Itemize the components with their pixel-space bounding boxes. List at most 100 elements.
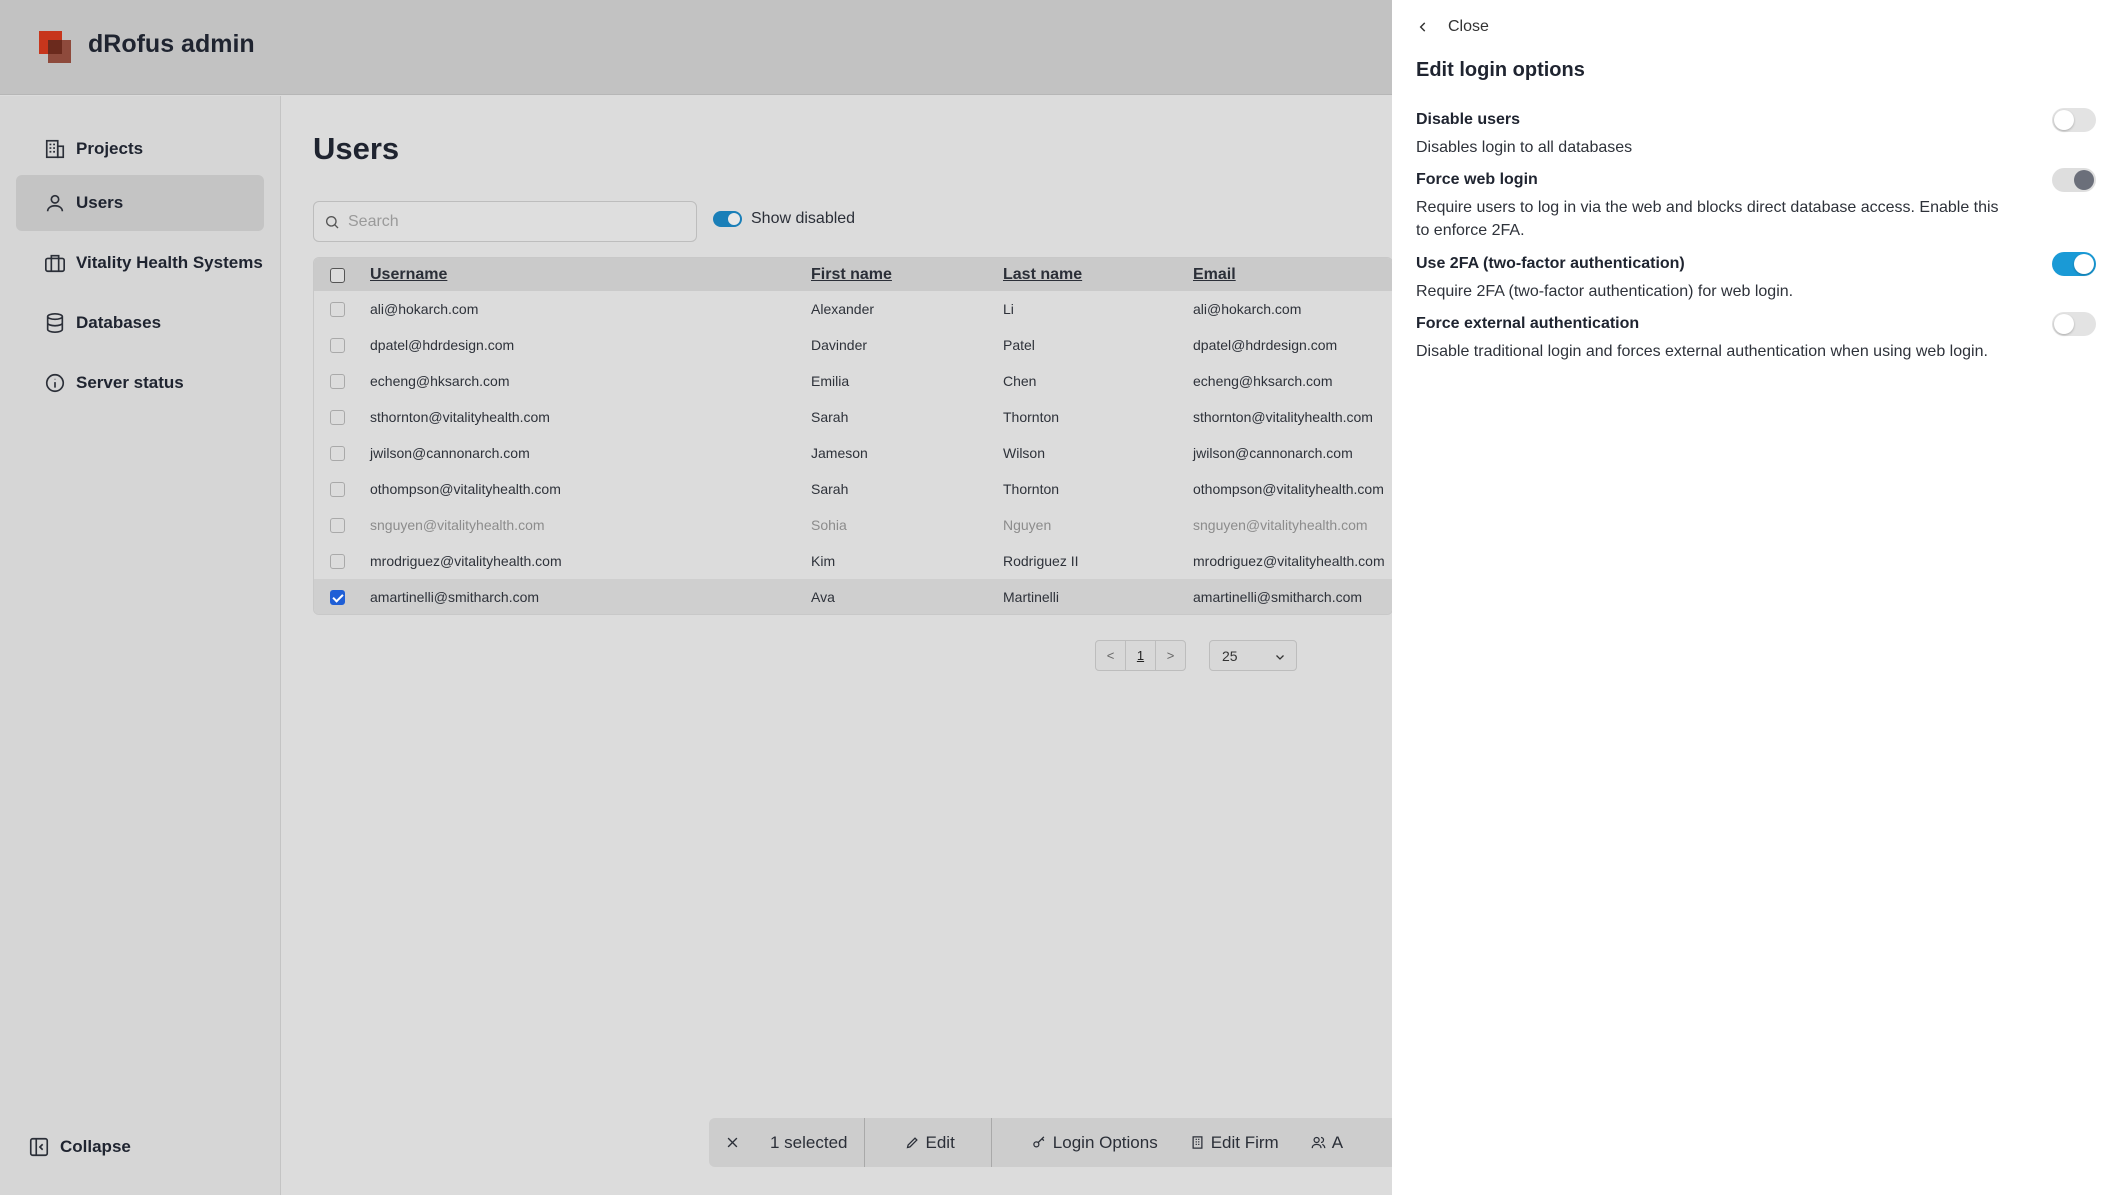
show-disabled-toggle[interactable]: Show disabled — [713, 210, 855, 228]
sidebar-item-label: Projects — [76, 139, 144, 158]
sidebar-item-users[interactable]: Users — [16, 175, 264, 231]
next-page-button[interactable]: > — [1155, 640, 1186, 671]
cell-last: Li — [1003, 301, 1014, 317]
login-options-label: Login Options — [1052, 1132, 1158, 1152]
force-external-auth-title: Force external authentication — [1416, 315, 1640, 332]
info-icon — [45, 373, 65, 393]
sidebar-item-label: Users — [76, 193, 124, 212]
sidebar-item-databases[interactable]: Databases — [16, 295, 264, 351]
row-checkbox[interactable] — [330, 554, 345, 569]
row-checkbox[interactable] — [330, 302, 345, 317]
sidebar-item-projects[interactable]: Projects — [16, 121, 264, 177]
table-row[interactable]: amartinelli@smitharch.com Ava Martinelli am… — [314, 579, 1392, 614]
collapse-button[interactable]: Collapse — [28, 1136, 131, 1158]
clear-selection-button[interactable] — [709, 1118, 754, 1167]
building-icon — [45, 139, 65, 159]
cell-last: Nguyen — [1003, 517, 1052, 533]
cell-email: dpatel@hdrdesign.com — [1193, 337, 1338, 353]
cell-username: snguyen@vitalityhealth.com — [370, 517, 545, 533]
force-web-login-description: Require users to log in via the web and … — [1416, 199, 1999, 239]
force-web-login-toggle[interactable] — [2052, 168, 2096, 192]
cell-first: Sarah — [811, 409, 849, 425]
chevron-left-icon — [1419, 22, 1426, 32]
row-checkbox[interactable] — [330, 446, 345, 461]
disable-users-toggle[interactable] — [2052, 108, 2096, 132]
cell-email: echeng@hksarch.com — [1193, 373, 1333, 389]
select-all-checkbox[interactable] — [330, 268, 345, 283]
cell-last: Thornton — [1003, 481, 1060, 497]
add-users-button[interactable]: A — [1295, 1118, 1359, 1167]
close-icon — [727, 1137, 738, 1148]
table-row[interactable]: mrodriguez@vitalityhealth.com Kim Rodrigue… — [314, 543, 1392, 579]
chevron-down-icon — [1276, 655, 1284, 660]
app-title: dRofus admin — [88, 30, 255, 58]
cell-first: Emilia — [811, 373, 850, 389]
use-2fa-title: Use 2FA (two-factor authentication) — [1416, 255, 1685, 272]
table-row[interactable]: sthornton@vitalityhealth.com Sarah Thornto… — [314, 399, 1392, 435]
cell-username: ali@hokarch.com — [370, 301, 479, 317]
prev-page-button[interactable]: < — [1095, 640, 1126, 671]
table-row[interactable]: dpatel@hdrdesign.com Davinder Patel dpatel@… — [314, 327, 1392, 363]
page-size-value: 25 — [1222, 648, 1238, 664]
login-options-panel: Close Edit login options Disable users D… — [1392, 0, 2112, 1195]
building-icon — [1192, 1136, 1203, 1149]
edit-firm-button[interactable]: Edit Firm — [1174, 1118, 1295, 1167]
table-row[interactable]: ali@hokarch.com Alexander Li ali@hokarch.co… — [314, 291, 1392, 327]
pencil-icon — [906, 1137, 918, 1149]
table-row[interactable]: othompson@vitalityhealth.com Sarah Thornto… — [314, 471, 1392, 507]
cell-first: Alexander — [811, 301, 875, 317]
column-header-email[interactable]: Email — [1193, 266, 1236, 284]
cell-first: Davinder — [811, 337, 868, 353]
cell-email: snguyen@vitalityhealth.com — [1193, 517, 1368, 533]
key-icon — [1033, 1136, 1045, 1148]
cell-username: othompson@vitalityhealth.com — [370, 481, 561, 497]
row-checkbox[interactable] — [330, 590, 345, 605]
sidebar-item-server-status[interactable]: Server status — [16, 355, 264, 411]
selected-count: 1 selected — [754, 1118, 865, 1167]
search-box[interactable] — [313, 201, 697, 242]
column-header-last-name[interactable]: Last name — [1003, 266, 1082, 284]
edit-firm-label: Edit Firm — [1210, 1132, 1279, 1152]
use-2fa-description: Require 2FA (two-factor authentication) … — [1416, 283, 1794, 300]
cell-first: Ava — [811, 589, 835, 605]
show-disabled-switch[interactable] — [713, 211, 742, 227]
edit-button[interactable]: Edit — [865, 1118, 992, 1167]
row-checkbox[interactable] — [330, 410, 345, 425]
force-external-auth-toggle[interactable] — [2052, 312, 2096, 336]
row-checkbox[interactable] — [330, 482, 345, 497]
sidebar-item-vitality-health-systems[interactable]: Vitality Health Systems — [16, 235, 264, 291]
row-checkbox[interactable] — [330, 374, 345, 389]
column-header-first-name[interactable]: First name — [811, 266, 892, 284]
cell-last: Patel — [1003, 337, 1035, 353]
cell-email: mrodriguez@vitalityhealth.com — [1193, 553, 1385, 569]
panel-title: Edit login options — [1416, 59, 1585, 81]
search-input[interactable] — [348, 212, 678, 231]
page-size-select[interactable]: 25 — [1209, 640, 1297, 671]
user-icon — [46, 194, 64, 212]
selection-action-bar: 1 selected Edit Login Options Edit Firm … — [709, 1118, 1399, 1167]
row-checkbox[interactable] — [330, 518, 345, 533]
column-header-username[interactable]: Username — [370, 266, 447, 284]
login-options-button[interactable]: Login Options — [992, 1118, 1174, 1167]
table-row[interactable]: echeng@hksarch.com Emilia Chen echeng@hksar… — [314, 363, 1392, 399]
cell-email: othompson@vitalityhealth.com — [1193, 481, 1384, 497]
database-icon — [46, 313, 64, 333]
cell-username: mrodriguez@vitalityhealth.com — [370, 553, 562, 569]
edit-label: Edit — [925, 1132, 955, 1152]
cell-first: Jameson — [811, 445, 868, 461]
search-icon — [326, 215, 339, 228]
table-row[interactable]: jwilson@cannonarch.com Jameson Wilson jwils… — [314, 435, 1392, 471]
table-row[interactable]: snguyen@vitalityhealth.com Sohia Nguyen sng… — [314, 507, 1392, 543]
users-icon — [1311, 1136, 1326, 1149]
page-title: Users — [313, 131, 400, 166]
cell-last: Chen — [1003, 373, 1037, 389]
cell-email: ali@hokarch.com — [1193, 301, 1302, 317]
briefcase-icon — [45, 254, 65, 273]
close-panel-button[interactable]: Close — [1416, 18, 1489, 36]
use-2fa-toggle[interactable] — [2052, 252, 2096, 276]
close-label: Close — [1448, 18, 1489, 35]
page-1-button[interactable]: 1 — [1125, 640, 1156, 671]
sidebar-item-label: Vitality Health Systems — [76, 253, 263, 272]
cell-username: dpatel@hdrdesign.com — [370, 337, 515, 353]
row-checkbox[interactable] — [330, 338, 345, 353]
